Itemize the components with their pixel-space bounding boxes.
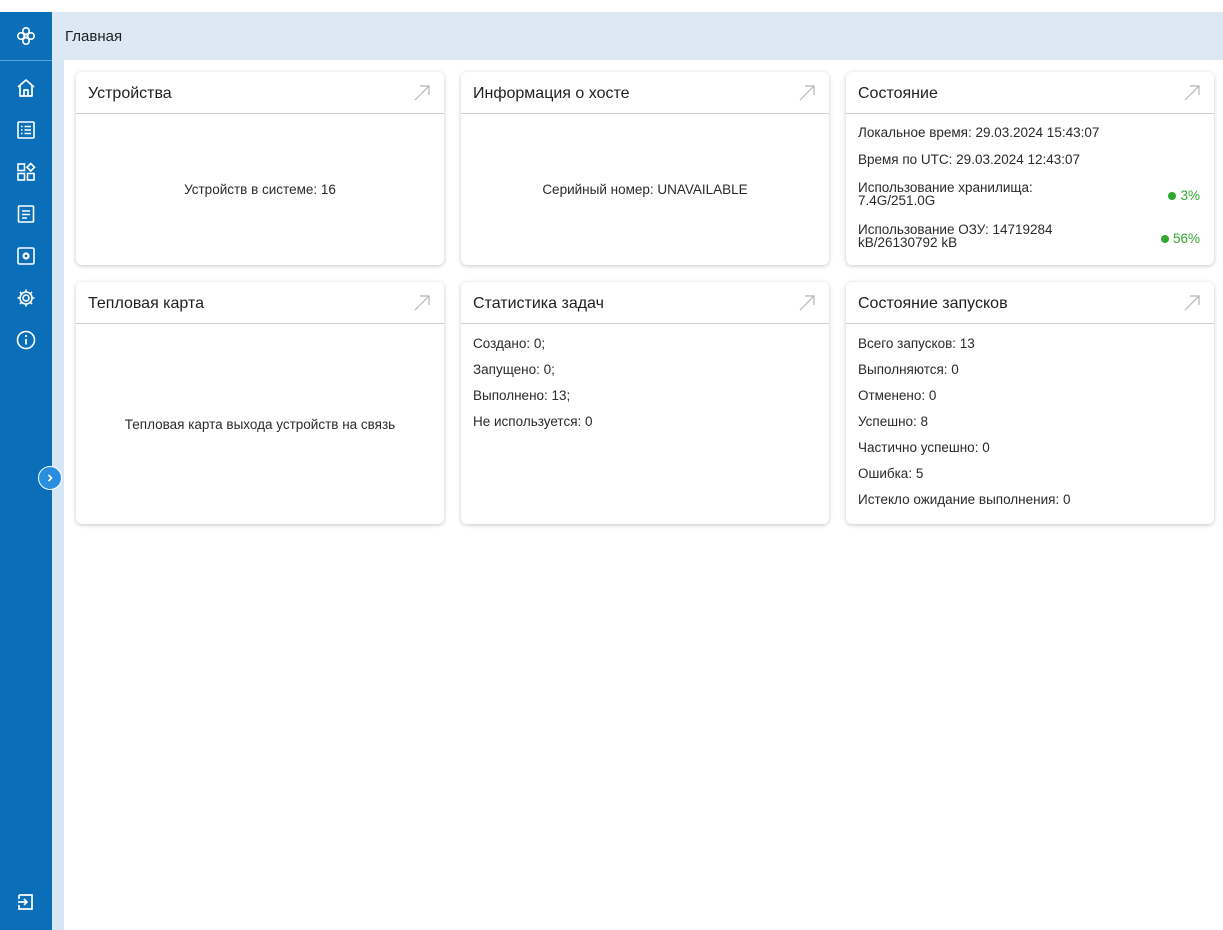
gear-box-icon [17, 247, 35, 265]
sidebar-expand-button[interactable] [38, 466, 62, 490]
storage-percent: 3% [1180, 188, 1200, 203]
gear-icon [17, 289, 35, 307]
launch-stat-line: Частично успешно: 0 [858, 440, 990, 455]
sidebar-item-devices[interactable] [0, 236, 52, 276]
launch-stat-line: Всего запусков: 13 [858, 336, 975, 351]
status-card: Состояние Локальное время: 29.03.2024 15… [846, 72, 1214, 265]
sidebar-item-home[interactable] [0, 68, 52, 108]
logout-button[interactable] [0, 882, 52, 922]
card-header: Информация о хосте [461, 72, 829, 114]
task-stat-line: Выполнено: 13; [473, 388, 571, 403]
sidebar-item-list[interactable] [0, 110, 52, 150]
task-stat-line: Не используется: 0 [473, 414, 593, 429]
storage-usage-value: 7.4G/251.0G [858, 193, 936, 208]
devices-count-text: Устройств в системе: 16 [184, 181, 336, 197]
ram-usage-value: kB/26130792 kB [858, 235, 958, 250]
card-title: Состояние [858, 85, 938, 102]
utc-time-text: Время по UTC: 29.03.2024 12:43:07 [858, 152, 1081, 167]
card-header: Тепловая карта [76, 282, 444, 324]
card-header: Состояние запусков [846, 282, 1214, 324]
card-title: Состояние запусков [858, 295, 1008, 312]
serial-number-text: Серийный номер: UNAVAILABLE [542, 181, 748, 197]
card-body: Устройств в системе: 16 [76, 114, 444, 264]
heatmap-card: Тепловая карта Тепловая карта выхода уст… [76, 282, 444, 524]
card-header: Статистика задач [461, 282, 829, 324]
launch-stat-line: Успешно: 8 [858, 414, 929, 429]
launch-stat-line: Выполняются: 0 [858, 362, 959, 377]
status-dot-icon [1160, 234, 1169, 243]
storage-status-badge: 3% [1168, 188, 1200, 203]
sidebar-item-apps[interactable] [0, 152, 52, 192]
open-arrow-icon[interactable] [1182, 83, 1202, 103]
ram-percent: 56% [1172, 231, 1200, 246]
open-arrow-icon[interactable] [412, 83, 432, 103]
task-stat-line: Создано: 0; [473, 336, 546, 351]
sidebar-item-info[interactable] [0, 320, 52, 360]
card-header: Состояние [846, 72, 1214, 114]
sidebar-item-tasks[interactable] [0, 194, 52, 234]
app-logo-icon [16, 26, 36, 46]
card-body: Тепловая карта выхода устройств на связь [76, 324, 444, 524]
task-stats-card: Статистика задач Создано: 0; Запущено: 0… [461, 282, 829, 524]
open-arrow-icon[interactable] [412, 293, 432, 313]
page-header: Главная [52, 12, 1223, 60]
card-body: Серийный номер: UNAVAILABLE [461, 114, 829, 264]
page-title: Главная [65, 28, 123, 45]
home-icon [17, 79, 35, 97]
document-icon [17, 205, 35, 223]
card-title: Статистика задач [473, 295, 604, 312]
card-title: Информация о хосте [473, 85, 630, 102]
launch-stat-line: Ошибка: 5 [858, 466, 924, 481]
apps-icon [17, 162, 36, 181]
chevron-right-icon [47, 474, 53, 482]
card-body: Всего запусков: 13 Выполняются: 0 Отмене… [846, 324, 1214, 524]
list-icon [17, 121, 35, 139]
sidebar-item-settings[interactable] [0, 278, 52, 318]
devices-card: Устройства Устройств в системе: 16 [76, 72, 444, 265]
local-time-text: Локальное время: 29.03.2024 15:43:07 [858, 125, 1100, 140]
task-stat-line: Запущено: 0; [473, 362, 555, 377]
card-header: Устройства [76, 72, 444, 114]
launch-stat-line: Истекло ожидание выполнения: 0 [858, 492, 1071, 507]
host-info-card: Информация о хосте Серийный номер: UNAVA… [461, 72, 829, 265]
card-body: Создано: 0; Запущено: 0; Выполнено: 13; … [461, 324, 829, 524]
launch-stat-line: Отменено: 0 [858, 388, 937, 403]
logout-icon [18, 894, 33, 910]
ram-status-badge: 56% [1160, 231, 1200, 246]
open-arrow-icon[interactable] [797, 83, 817, 103]
launch-status-card: Состояние запусков Всего запусков: 13 Вы… [846, 282, 1214, 524]
app-logo[interactable] [0, 12, 52, 61]
heatmap-text: Тепловая карта выхода устройств на связь [124, 416, 396, 432]
open-arrow-icon[interactable] [797, 293, 817, 313]
open-arrow-icon[interactable] [1182, 293, 1202, 313]
card-body: Локальное время: 29.03.2024 15:43:07 Вре… [846, 114, 1214, 264]
card-title: Устройства [88, 85, 172, 102]
card-title: Тепловая карта [88, 295, 205, 312]
ram-usage-text: Использование ОЗУ: 14719284 kB/26130792 … [858, 223, 1098, 250]
status-dot-icon [1168, 191, 1177, 200]
info-icon [16, 330, 36, 350]
storage-usage-text: Использование хранилища: 7.4G/251.0G [858, 181, 1098, 208]
top-strip [0, 0, 1223, 12]
